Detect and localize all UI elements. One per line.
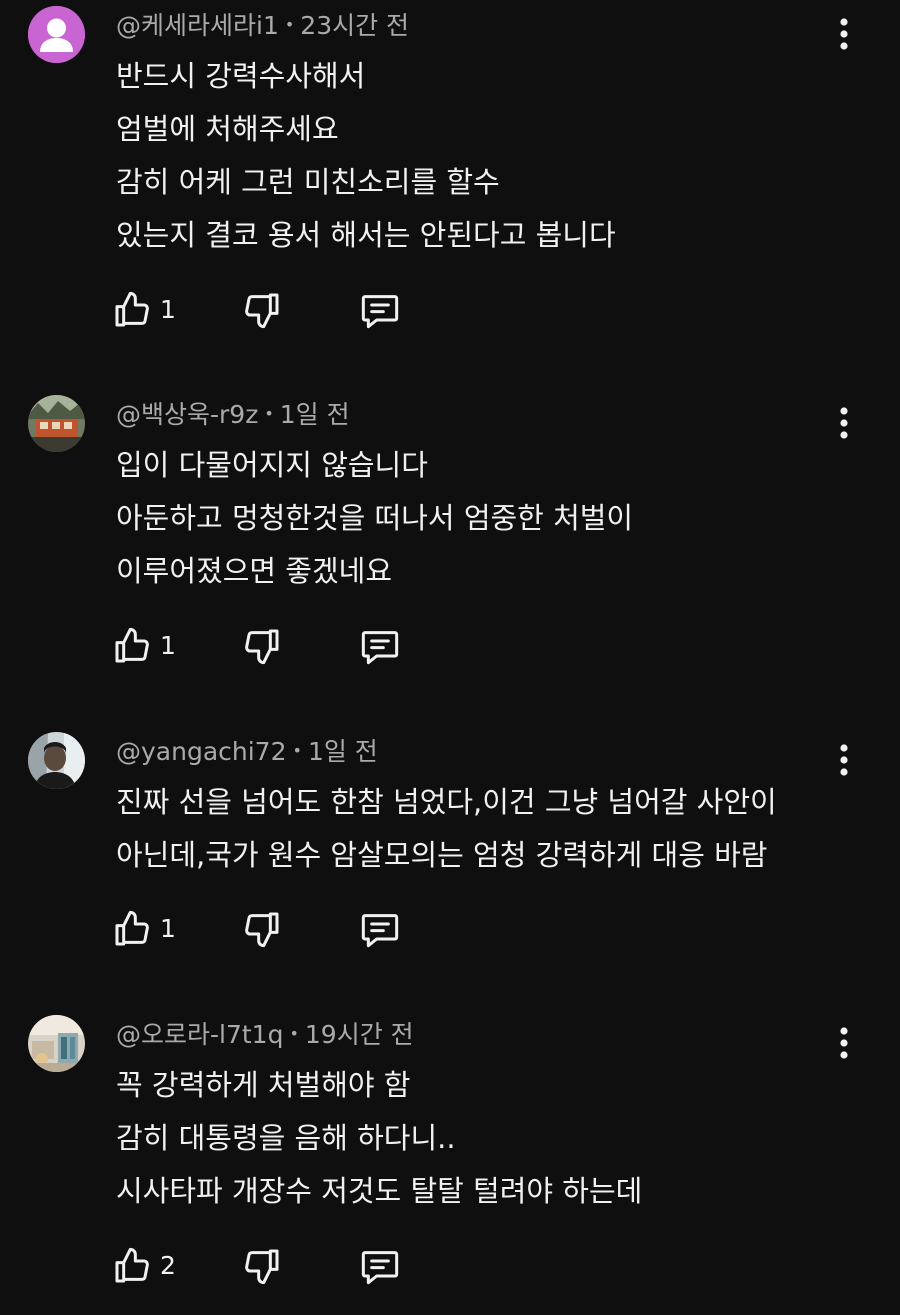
avatar[interactable] [28,6,85,63]
comment-meta: @yangachi72 • 1일 전 [116,734,378,770]
comment-text: 반드시 강력수사해서 엄벌에 처해주세요 감히 어케 그런 미친소리를 할수 있… [116,50,616,262]
avatar[interactable] [28,1015,85,1072]
reply-button[interactable] [358,1246,402,1286]
meta-separator: • [289,1024,299,1043]
comment-author[interactable]: @케세라세라i1 [116,11,279,40]
comment-line: 아닌데,국가 원수 암살모의는 엄청 강력하게 대응 바람 [116,838,768,872]
comment-item: @오로라-l7t1q • 19시간 전 꼭 강력하게 처벌해야 함 감히 대통령을 … [0,1009,900,1309]
thumbs-down-icon [245,629,279,665]
reply-button[interactable] [358,909,402,949]
avatar[interactable] [28,395,85,452]
dislike-button[interactable] [242,909,282,949]
thumbs-down-icon [245,912,279,948]
reply-button[interactable] [358,626,402,666]
building-photo-avatar-icon [28,395,85,452]
reply-comment-icon [361,631,399,665]
room-photo-avatar-icon [28,1015,85,1072]
meta-separator: • [264,404,274,423]
comment-meta: @백상욱-r9z • 1일 전 [116,397,350,433]
comment-actions: 1 [112,626,412,666]
thumbs-up-icon [115,291,149,327]
like-count: 1 [160,914,176,943]
meta-separator: • [292,741,302,760]
comment-line: 이루어졌으면 좋겠네요 [116,554,393,588]
comment-actions: 2 [112,1246,412,1286]
reply-comment-icon [361,295,399,329]
like-button[interactable]: 2 [112,1246,202,1286]
comment-actions: 1 [112,909,412,949]
comment-time[interactable]: 1일 전 [280,400,350,429]
like-count: 1 [160,631,176,660]
comment-author[interactable]: @오로라-l7t1q [116,1020,283,1049]
more-vertical-icon[interactable] [828,403,860,443]
comment-meta: @케세라세라i1 • 23시간 전 [116,8,409,44]
dislike-button[interactable] [242,626,282,666]
default-avatar-icon [28,6,85,63]
dislike-button[interactable] [242,1246,282,1286]
comment-line: 시사타파 개장수 저것도 탈탈 털려야 하는데 [116,1174,643,1208]
comment-text: 입이 다물어지지 않습니다 아둔하고 멍청한것을 떠나서 엄중한 처벌이 이루어… [116,439,633,598]
comment-author[interactable]: @백상욱-r9z [116,400,258,429]
comment-item: @백상욱-r9z • 1일 전 입이 다물어지지 않습니다 아둔하고 멍청한것을 떠… [0,389,900,689]
meta-separator: • [284,15,295,34]
comment-line: 입이 다물어지지 않습니다 [116,448,428,482]
thumbs-down-icon [245,293,279,329]
more-vertical-icon[interactable] [828,1023,860,1063]
thumbs-up-icon [115,1247,149,1283]
like-button[interactable]: 1 [112,909,202,949]
avatar[interactable] [28,732,85,789]
more-vertical-icon[interactable] [828,740,860,780]
comment-line: 엄벌에 처해주세요 [116,112,339,146]
like-button[interactable]: 1 [112,290,202,330]
comment-time[interactable]: 1일 전 [308,737,378,766]
comment-time[interactable]: 19시간 전 [305,1020,414,1049]
comment-line: 진짜 선을 넘어도 한참 넘었다,이건 그냥 넘어갈 사안이 [116,785,777,819]
comment-item: @yangachi72 • 1일 전 진짜 선을 넘어도 한참 넘었다,이건 그냥 … [0,726,900,986]
comment-line: 아둔하고 멍청한것을 떠나서 엄중한 처벌이 [116,501,634,535]
comment-line: 감히 어케 그런 미친소리를 할수 [116,165,500,199]
like-button[interactable]: 1 [112,626,202,666]
reply-button[interactable] [358,290,402,330]
comment-meta: @오로라-l7t1q • 19시간 전 [116,1017,414,1053]
comment-line: 감히 대통령을 음해 하다니.. [116,1121,456,1155]
reply-comment-icon [361,1251,399,1285]
reply-comment-icon [361,914,399,948]
comment-line: 있는지 결코 용서 해서는 안된다고 봅니다 [116,218,616,252]
more-vertical-icon[interactable] [828,14,860,54]
comment-text: 진짜 선을 넘어도 한참 넘었다,이건 그냥 넘어갈 사안이 아닌데,국가 원수… [116,776,777,882]
person-photo-avatar-icon [28,732,85,789]
thumbs-up-icon [115,627,149,663]
dislike-button[interactable] [242,290,282,330]
comment-line: 꼭 강력하게 처벌해야 함 [116,1068,411,1102]
thumbs-up-icon [115,910,149,946]
like-count: 1 [160,295,176,324]
comment-time[interactable]: 23시간 전 [300,11,409,40]
thumbs-down-icon [245,1249,279,1285]
comment-line: 반드시 강력수사해서 [116,59,366,93]
comment-text: 꼭 강력하게 처벌해야 함 감히 대통령을 음해 하다니.. 시사타파 개장수 … [116,1059,642,1218]
comment-actions: 1 [112,290,412,330]
comment-author[interactable]: @yangachi72 [116,737,287,766]
comment-item: @케세라세라i1 • 23시간 전 반드시 강력수사해서 엄벌에 처해주세요 감히 … [0,0,900,340]
like-count: 2 [160,1251,176,1280]
